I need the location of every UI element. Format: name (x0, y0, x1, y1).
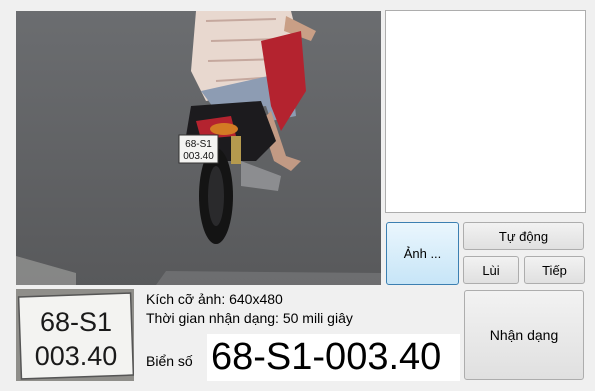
next-label: Tiếp (542, 262, 567, 278)
back-label: Lùi (482, 262, 500, 278)
recognition-time-text: Thời gian nhận dạng: 50 mili giây (146, 310, 353, 326)
auto-button[interactable]: Tự động (463, 222, 584, 250)
open-image-button[interactable]: Ảnh ... (386, 222, 459, 285)
recognize-label: Nhận dạng (489, 327, 559, 343)
crop-plate-line1: 68-S1 (40, 307, 112, 337)
results-list[interactable] (385, 10, 586, 213)
back-button[interactable]: Lùi (463, 256, 519, 284)
camera-image: 68-S1 003.40 (16, 11, 381, 285)
open-image-label: Ảnh ... (403, 246, 442, 261)
plate-result-text: 68-S1-003.40 (207, 334, 460, 381)
plate-crop-image: 68-S1 003.40 (16, 289, 134, 381)
auto-label: Tự động (498, 228, 549, 244)
crop-plate-line2: 003.40 (35, 341, 118, 371)
photo-plate-line2: 003.40 (183, 151, 214, 162)
recognize-button[interactable]: Nhận dạng (464, 290, 584, 380)
image-size-text: Kích cỡ ảnh: 640x480 (146, 291, 283, 307)
plate-label: Biển số (146, 353, 193, 369)
next-button[interactable]: Tiếp (524, 256, 585, 284)
photo-plate-line1: 68-S1 (185, 139, 212, 150)
